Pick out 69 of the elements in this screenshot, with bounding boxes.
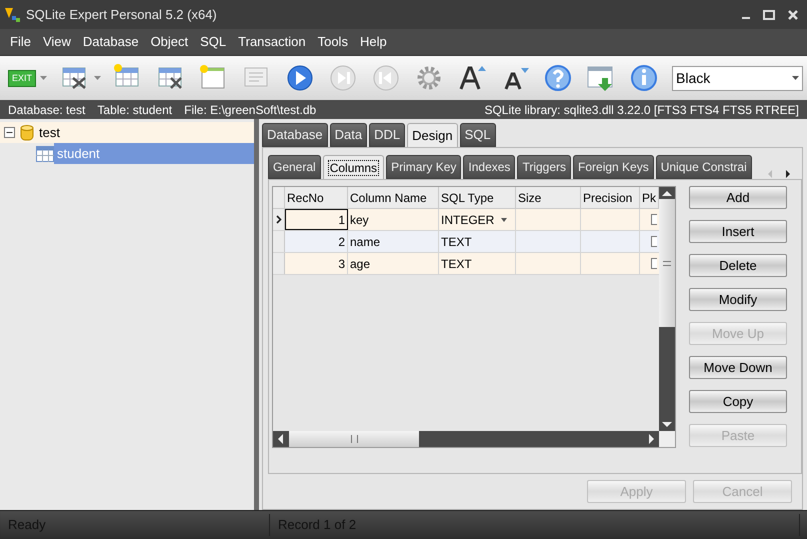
column-header[interactable]: Column Name: [348, 187, 439, 208]
tab[interactable]: Database: [262, 123, 328, 147]
row-indicator[interactable]: [273, 209, 285, 230]
menu-item[interactable]: Help: [354, 30, 393, 54]
table-row[interactable]: 1 key INTEGER: [273, 209, 659, 231]
tab[interactable]: Primary Key: [386, 155, 462, 179]
theme-combobox[interactable]: Black: [672, 66, 803, 90]
scrollbar-thumb[interactable]: [289, 431, 419, 447]
table-row[interactable]: 3 age TEXT: [273, 253, 659, 275]
column-header[interactable]: Size: [516, 187, 581, 208]
table-cell-text: 3: [338, 256, 345, 272]
menu-item[interactable]: Tools: [312, 30, 354, 54]
table-cell-text: age: [350, 256, 370, 272]
action-button[interactable]: Copy: [689, 390, 787, 413]
table-cell-text: 2: [338, 234, 345, 250]
library-info: SQLite library: sqlite3.dll 3.22.0 [FTS3 FTS4 FTS5 RTREE]: [484, 102, 799, 118]
caret-icon: [40, 76, 48, 80]
close-icon[interactable]: [787, 8, 799, 20]
column-header[interactable]: SQL Type: [439, 187, 516, 208]
table-cell-text: 1: [338, 212, 345, 228]
database-icon: [20, 124, 34, 142]
action-button[interactable]: Modify: [689, 288, 787, 311]
tree-item[interactable]: test: [36, 122, 63, 143]
menu-item[interactable]: View: [36, 30, 77, 54]
action-button[interactable]: Insert: [689, 220, 787, 243]
table-cell-text: INTEGER: [441, 212, 494, 228]
tab[interactable]: Columns: [322, 155, 384, 179]
menu-item[interactable]: Object: [144, 30, 194, 54]
column-header[interactable]: RecNo: [285, 187, 348, 208]
scroll-right-icon[interactable]: [784, 169, 792, 179]
horizontal-scrollbar[interactable]: [273, 431, 659, 447]
menu-item[interactable]: Database: [76, 30, 145, 54]
tab[interactable]: Design: [407, 123, 458, 147]
table-cell-text: TEXT: [441, 256, 472, 272]
tab[interactable]: Foreign Keys: [573, 155, 654, 179]
column-header[interactable]: Precision: [581, 187, 640, 208]
checkbox-icon[interactable]: [651, 258, 657, 269]
window-title: SQLite Expert Personal 5.2 (x64): [26, 6, 217, 24]
action-button[interactable]: Move Down: [689, 356, 787, 379]
info-label: File: E:\greenSoft\test.db: [184, 102, 316, 118]
scrollbar-thumb[interactable]: [659, 199, 675, 327]
tab[interactable]: Indexes: [463, 155, 516, 179]
vertical-scrollbar[interactable]: [659, 187, 675, 431]
action-button[interactable]: Add: [689, 186, 787, 209]
table-cell-text: key: [350, 212, 369, 228]
info-label: Table: student: [97, 102, 172, 118]
caret-icon: [94, 76, 102, 80]
table-cell-text: name: [350, 234, 380, 250]
tab[interactable]: Triggers: [517, 155, 572, 179]
app-logo-icon: [4, 6, 22, 24]
table-row[interactable]: 2 name TEXT: [273, 231, 659, 253]
tab[interactable]: DDL: [369, 123, 406, 147]
table-cell-text: TEXT: [441, 234, 472, 250]
dropdown-arrow-icon[interactable]: [501, 218, 508, 222]
dropdown-arrow-icon: [792, 76, 799, 80]
tab[interactable]: Unique Constrai: [656, 155, 752, 179]
tab[interactable]: SQL: [460, 123, 496, 147]
menu-item[interactable]: File: [4, 30, 37, 54]
checkbox-icon[interactable]: [651, 236, 657, 247]
menu-item[interactable]: Transaction: [232, 30, 312, 54]
checkbox-icon[interactable]: [651, 214, 657, 225]
maximize-icon[interactable]: [763, 10, 775, 20]
tab[interactable]: Data: [330, 123, 368, 147]
menu-item[interactable]: SQL: [194, 30, 232, 54]
info-label: Database: test: [8, 102, 86, 118]
tab[interactable]: General: [268, 155, 321, 179]
collapse-icon[interactable]: [4, 127, 15, 138]
table-icon: [36, 146, 54, 162]
action-button[interactable]: Delete: [689, 254, 787, 277]
